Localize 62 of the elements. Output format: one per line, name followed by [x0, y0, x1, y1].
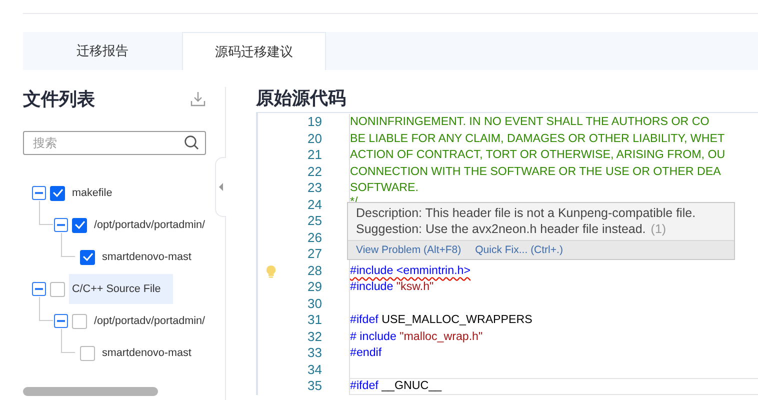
tree-item[interactable]: makefile: [69, 178, 116, 208]
action-link[interactable]: View Problem (Alt+F8): [356, 243, 462, 257]
checkbox[interactable]: [50, 186, 65, 200]
code-line: NONINFRINGEMENT. IN NO EVENT SHALL THE AUTHORS OR CO: [350, 115, 710, 128]
line-number: 24: [308, 196, 322, 212]
tree-item[interactable]: /opt/portadv/portadmin/: [91, 210, 208, 240]
problem-count: (1): [650, 221, 666, 237]
line-number: 32: [308, 328, 322, 344]
panel-title: 原始源代码: [256, 87, 347, 109]
checkbox[interactable]: [80, 346, 95, 360]
checkbox[interactable]: [72, 314, 87, 328]
connector-line: [61, 233, 75, 257]
checkbox[interactable]: [72, 218, 87, 232]
collapse-handle[interactable]: [215, 157, 226, 217]
line-number: 33: [308, 345, 322, 360]
search-field[interactable]: 搜索: [23, 131, 206, 155]
line-number: 30: [308, 296, 322, 310]
code-line: #endif: [350, 346, 382, 359]
panel-title: 文件列表: [23, 88, 95, 111]
code-line: CONNECTION WITH THE SOFTWARE OR THE USE OR OTHER DEA: [350, 164, 721, 178]
code-line: #include "ksw.h": [350, 280, 434, 293]
collapse-button[interactable]: [32, 186, 46, 200]
line-number: 22: [308, 164, 322, 178]
connector-line: [39, 201, 53, 225]
download-icon[interactable]: [190, 91, 206, 107]
checkbox[interactable]: [50, 282, 65, 296]
line-number: 25: [308, 213, 322, 228]
action-link[interactable]: Quick Fix... (Ctrl+.): [475, 243, 563, 257]
tab[interactable]: 源码迁移建议: [182, 32, 326, 70]
line-number: 28: [308, 262, 322, 278]
connector-line: [61, 329, 75, 353]
tree-item[interactable]: /opt/portadv/portadmin/: [91, 306, 208, 336]
line-number: 20: [308, 130, 322, 146]
code-line: #ifdef __GNUC__: [350, 379, 442, 392]
collapse-button[interactable]: [32, 282, 46, 296]
line-number: 21: [308, 147, 322, 162]
collapse-button[interactable]: [54, 314, 68, 328]
tree-item[interactable]: C/C++ Source File: [69, 274, 173, 304]
code-line: #ifdef USE_MALLOC_WRAPPERS: [350, 313, 532, 326]
line-number: 26: [308, 230, 322, 244]
description-text: Description: This header file is not a Kunpeng-compatible file.: [356, 205, 697, 221]
collapse-button[interactable]: [54, 218, 68, 232]
connector-line: [39, 297, 53, 321]
line-number: 31: [308, 312, 322, 327]
code-line: ACTION OF CONTRACT, TORT OR OTHERWISE, ARISING FROM, OU: [350, 148, 726, 161]
code-line: SOFTWARE.: [350, 181, 418, 194]
code-line: #include <emmintrin.h>: [350, 264, 471, 276]
scrollbar[interactable]: [23, 387, 158, 396]
line-number: 27: [308, 246, 322, 261]
line-number: 29: [308, 279, 322, 294]
tree-item[interactable]: smartdenovo-mast: [99, 338, 194, 368]
line-number: 19: [308, 114, 322, 129]
line-number: 35: [308, 378, 322, 393]
tree-item[interactable]: smartdenovo-mast: [99, 242, 194, 272]
code-line: # include "malloc_wrap.h": [350, 330, 483, 342]
search-icon[interactable]: [184, 135, 199, 150]
line-number: 34: [308, 362, 322, 376]
checkbox[interactable]: [80, 250, 95, 264]
tab[interactable]: 迁移报告: [23, 32, 182, 70]
line-number: 23: [308, 180, 322, 195]
code-line: BE LIABLE FOR ANY CLAIM, DAMAGES OR OTHER LIABILITY, WHET: [350, 132, 725, 144]
suggestion-text: Suggestion: Use the avx2neon.h header file instead.: [356, 221, 646, 237]
